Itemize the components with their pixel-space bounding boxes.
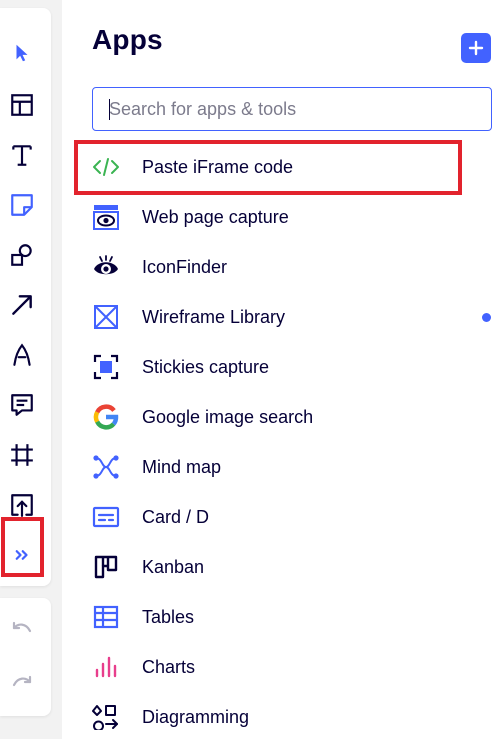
search-input[interactable] bbox=[92, 87, 492, 131]
mind-map-icon bbox=[92, 453, 120, 481]
text-tool[interactable] bbox=[0, 133, 44, 177]
pen-icon bbox=[13, 343, 31, 366]
wireframe-icon bbox=[92, 303, 120, 331]
plus-icon bbox=[468, 40, 484, 56]
google-icon bbox=[92, 403, 120, 431]
app-item-label: Stickies capture bbox=[142, 357, 270, 377]
frame-icon bbox=[11, 444, 33, 466]
shapes-icon bbox=[11, 244, 32, 266]
more-apps-highlight bbox=[1, 517, 44, 577]
app-item-tables[interactable]: Tables bbox=[82, 595, 482, 639]
app-item-label: Wireframe Library bbox=[142, 307, 286, 327]
app-item-label: IconFinder bbox=[142, 257, 228, 277]
redo-button[interactable] bbox=[0, 662, 44, 706]
iconfinder-icon bbox=[92, 253, 120, 281]
app-item-mind-map[interactable]: Mind map bbox=[82, 445, 482, 489]
app-item-stickies-capture[interactable]: Stickies capture bbox=[82, 345, 482, 389]
layout-icon bbox=[11, 94, 33, 116]
shapes-tool[interactable] bbox=[0, 233, 44, 277]
new-indicator-dot bbox=[482, 313, 491, 322]
app-item-web-page-capture[interactable]: Web page capture bbox=[82, 195, 482, 239]
app-item-label: Kanban bbox=[142, 557, 205, 577]
undo-icon bbox=[12, 621, 32, 633]
card-icon bbox=[92, 503, 120, 531]
main-toolbar bbox=[0, 8, 51, 586]
app-item-card[interactable]: Card / D bbox=[82, 495, 482, 539]
redo-icon bbox=[12, 675, 32, 687]
kanban-icon bbox=[92, 553, 120, 581]
comment-tool[interactable] bbox=[0, 383, 44, 427]
sticky-note-tool[interactable] bbox=[0, 183, 44, 227]
chart-icon bbox=[92, 653, 120, 681]
app-item-label: Card / D bbox=[142, 507, 210, 527]
app-item-charts[interactable]: Charts bbox=[82, 645, 482, 689]
paste-iframe-highlight bbox=[74, 140, 462, 195]
text-icon bbox=[12, 145, 32, 166]
frame-tool[interactable] bbox=[0, 433, 44, 477]
stickies-capture-icon bbox=[92, 353, 120, 381]
cursor-icon bbox=[16, 44, 28, 62]
undo-redo-panel bbox=[0, 598, 51, 716]
table-icon bbox=[92, 603, 120, 631]
app-item-iconfinder[interactable]: IconFinder bbox=[82, 245, 482, 289]
app-item-label: Google image search bbox=[142, 407, 314, 427]
text-caret bbox=[109, 99, 110, 120]
panel-title: Apps bbox=[92, 24, 163, 55]
diagramming-icon bbox=[92, 703, 120, 731]
app-item-diagramming[interactable]: Diagramming bbox=[82, 695, 482, 739]
app-item-label: Tables bbox=[142, 607, 195, 627]
app-item-kanban[interactable]: Kanban bbox=[82, 545, 482, 589]
undo-button[interactable] bbox=[0, 608, 44, 652]
select-tool[interactable] bbox=[0, 31, 44, 75]
comment-icon bbox=[11, 394, 33, 416]
add-app-button[interactable] bbox=[461, 33, 491, 63]
app-item-label: Diagramming bbox=[142, 707, 250, 727]
templates-tool[interactable] bbox=[0, 83, 44, 127]
app-item-google-image-search[interactable]: Google image search bbox=[82, 395, 482, 439]
app-item-label: Charts bbox=[142, 657, 196, 677]
pen-tool[interactable] bbox=[0, 333, 44, 377]
apps-panel: Apps Paste iFrame code Web bbox=[62, 0, 504, 739]
upload-icon bbox=[11, 494, 33, 517]
arrow-icon bbox=[12, 295, 32, 315]
app-item-wireframe-library[interactable]: Wireframe Library bbox=[82, 295, 482, 339]
app-item-label: Mind map bbox=[142, 457, 222, 477]
app-item-label: Web page capture bbox=[142, 207, 289, 227]
sticky-note-icon bbox=[11, 194, 33, 216]
connection-line-tool[interactable] bbox=[0, 283, 44, 327]
web-capture-icon bbox=[92, 203, 120, 231]
